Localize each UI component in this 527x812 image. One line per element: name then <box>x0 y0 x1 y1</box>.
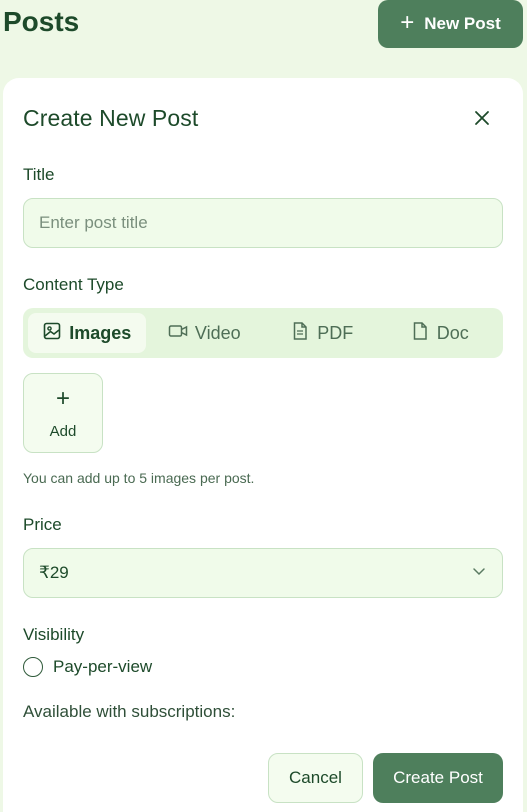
tab-label: PDF <box>317 322 354 343</box>
visibility-label: Visibility <box>23 625 85 644</box>
image-icon <box>42 321 62 346</box>
radio-label: Pay-per-view <box>53 657 153 676</box>
new-post-button[interactable]: + New Post <box>378 0 523 48</box>
price-select[interactable]: ₹29 <box>23 548 503 598</box>
plus-icon: + <box>400 8 415 36</box>
pay-per-view-radio[interactable]: Pay-per-view <box>23 657 152 677</box>
video-icon <box>168 321 188 346</box>
new-post-button-label: New Post <box>424 14 501 33</box>
tab-pdf[interactable]: PDF <box>263 313 381 353</box>
add-image-tile[interactable]: + Add <box>23 373 103 453</box>
pdf-file-icon <box>290 321 310 346</box>
tab-label: Doc <box>436 322 469 343</box>
page-title: Posts <box>3 6 80 37</box>
chevron-down-icon <box>471 563 487 584</box>
create-post-button[interactable]: Create Post <box>373 753 503 803</box>
available-subscriptions-text: Available with subscriptions: <box>23 702 236 721</box>
cancel-button[interactable]: Cancel <box>268 753 363 803</box>
title-label: Title <box>23 165 55 184</box>
title-input[interactable] <box>23 198 503 248</box>
images-limit-hint: You can add up to 5 images per post. <box>23 470 255 486</box>
tab-label: Video <box>194 322 241 343</box>
radio-button[interactable] <box>23 657 43 677</box>
add-label: Add <box>49 422 77 440</box>
doc-file-icon <box>410 321 430 346</box>
tab-label: Images <box>69 322 132 343</box>
tab-doc[interactable]: Doc <box>381 313 499 353</box>
plus-icon: + <box>55 384 70 412</box>
content-type-label: Content Type <box>23 275 124 294</box>
tab-images[interactable]: Images <box>28 313 146 353</box>
create-post-modal: Create New Post Title Content Type Image… <box>3 78 523 812</box>
close-icon[interactable] <box>470 106 494 130</box>
price-label: Price <box>23 515 62 534</box>
tab-video[interactable]: Video <box>146 313 264 353</box>
modal-title: Create New Post <box>23 105 199 131</box>
content-type-tabs: Images Video PDF Doc <box>23 308 503 358</box>
page-header: Posts + New Post <box>0 0 527 60</box>
price-value: ₹29 <box>39 563 69 582</box>
